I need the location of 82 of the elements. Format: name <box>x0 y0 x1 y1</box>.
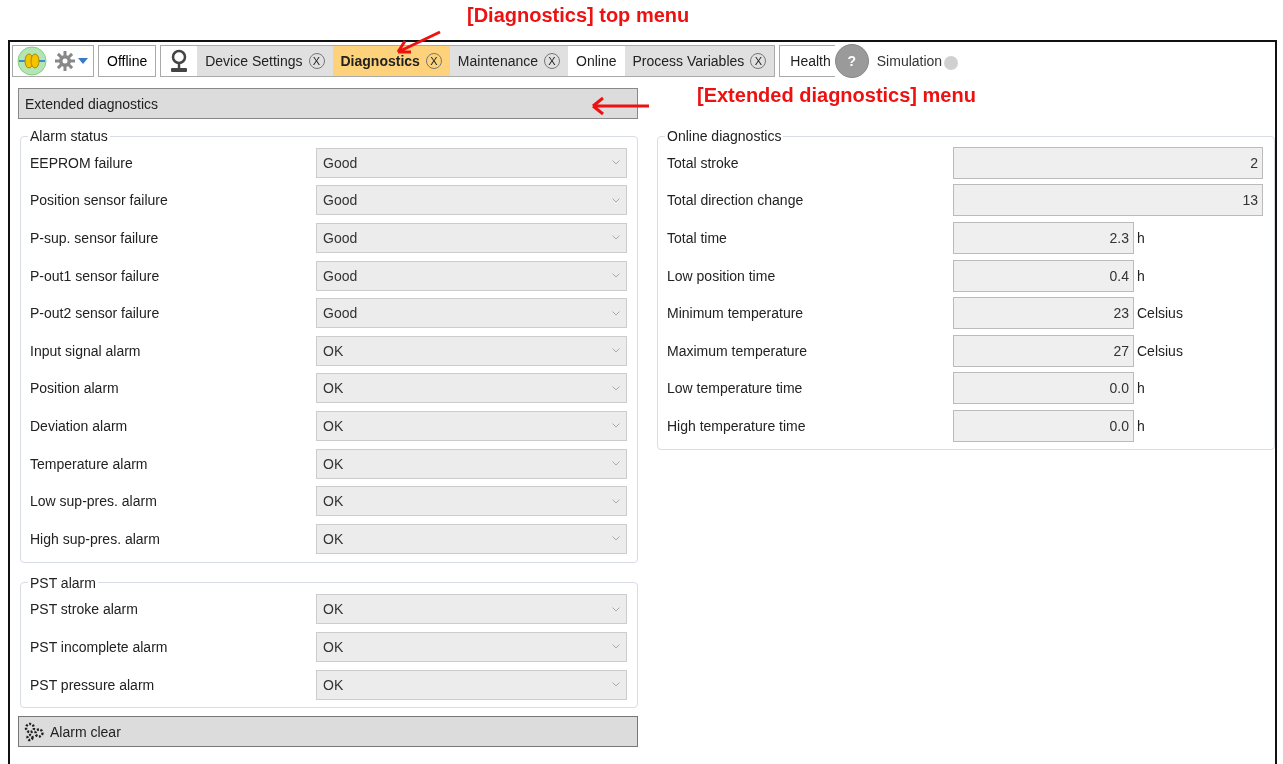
chevron-icon <box>612 160 620 166</box>
field-label: PST pressure alarm <box>30 676 156 693</box>
chevron-icon <box>612 273 620 279</box>
status-dropdown[interactable]: Good <box>316 260 627 291</box>
field-label: Total stroke <box>667 154 740 171</box>
chevron-icon <box>612 606 620 612</box>
chevron-icon <box>612 423 620 429</box>
tab[interactable]: Process Variables X <box>624 46 775 76</box>
pin-icon[interactable] <box>169 49 190 73</box>
value-field: 2.3 <box>953 222 1134 254</box>
unit-label: h <box>1137 267 1145 284</box>
status-dropdown[interactable]: OK <box>316 486 627 517</box>
value-field: 13 <box>953 184 1263 217</box>
status-dropdown[interactable]: OK <box>316 335 627 366</box>
status-dropdown[interactable]: OK <box>316 594 627 625</box>
group-title: Online diagnostics <box>666 128 783 144</box>
chevron-icon <box>612 536 620 542</box>
alarm-clear-button[interactable]: Alarm clear <box>18 716 638 748</box>
status-dropdown[interactable]: OK <box>316 669 627 700</box>
status-dropdown[interactable]: OK <box>316 523 627 554</box>
group-title: Alarm status <box>29 128 109 144</box>
chevron-icon <box>612 235 620 241</box>
field-label: High sup-pres. alarm <box>30 530 161 547</box>
field-label: P-out1 sensor failure <box>30 267 161 284</box>
value-field: 0.0 <box>953 372 1134 405</box>
mode-button[interactable]: Offline <box>98 45 157 77</box>
field-label: Minimum temperature <box>667 305 805 322</box>
field-label: Total time <box>667 230 728 246</box>
status-dropdown[interactable]: OK <box>316 448 627 479</box>
chevron-icon <box>612 644 620 650</box>
field-label: PST stroke alarm <box>30 601 139 618</box>
health-button[interactable]: Health <box>779 45 835 77</box>
status-dropdown[interactable]: OK <box>316 631 627 662</box>
value-field: 0.0 <box>953 409 1134 442</box>
tab[interactable]: Device Settings X <box>197 46 333 76</box>
field-label: Position alarm <box>30 380 120 397</box>
field-label: Position sensor failure <box>30 192 169 209</box>
chevron-icon <box>612 197 620 203</box>
unit-label: h <box>1137 380 1145 397</box>
field-label: PST incomplete alarm <box>30 638 169 655</box>
value-field: 27 <box>953 334 1134 367</box>
unit-label: h <box>1137 417 1145 434</box>
field-label: Low position time <box>667 267 777 284</box>
tab[interactable]: Maintenance X <box>449 46 569 76</box>
gears-icon <box>24 721 46 742</box>
field-label: Low sup-pres. alarm <box>30 493 158 510</box>
field-label: P-sup. sensor failure <box>30 230 160 246</box>
chevron-icon <box>612 498 620 504</box>
status-dropdown[interactable]: OK <box>316 373 627 404</box>
annotation-text: [Extended diagnostics] menu <box>697 84 976 107</box>
chevron-icon <box>612 310 620 316</box>
simulation-label: Simulation <box>876 53 943 69</box>
field-label: Input signal alarm <box>30 342 142 359</box>
tab[interactable]: Diagnostics X <box>332 46 450 76</box>
field-label: Deviation alarm <box>30 417 129 434</box>
status-dropdown[interactable]: Good <box>316 223 627 253</box>
status-dropdown[interactable]: Good <box>316 147 627 178</box>
unit-label: Celsius <box>1137 305 1183 322</box>
chevron-icon <box>612 461 620 467</box>
field-label: Low temperature time <box>667 380 804 397</box>
chevron-icon <box>612 385 620 391</box>
value-field: 23 <box>953 297 1134 330</box>
annotation-arrow <box>591 96 651 116</box>
group-title: PST alarm <box>29 574 97 591</box>
unit-label: Celsius <box>1137 342 1183 359</box>
field-label: High temperature time <box>667 417 807 434</box>
field-label: P-out2 sensor failure <box>30 305 161 322</box>
chevron-icon <box>612 348 620 354</box>
annotation-arrow <box>396 30 442 54</box>
field-label: Maximum temperature <box>667 342 809 359</box>
field-label: EEPROM failure <box>30 154 134 171</box>
unit-label: h <box>1137 230 1145 246</box>
field-label: Total direction change <box>667 192 805 209</box>
value-field: 0.4 <box>953 259 1134 292</box>
chevron-icon <box>612 682 620 687</box>
field-label: Temperature alarm <box>30 455 149 472</box>
annotation-text: [Diagnostics] top menu <box>467 4 690 26</box>
status-dropdown[interactable]: OK <box>316 410 627 441</box>
menu-bar[interactable]: Extended diagnostics <box>18 88 638 119</box>
value-field: 2 <box>953 146 1263 179</box>
status-dropdown[interactable]: Good <box>316 298 627 329</box>
status-dropdown[interactable]: Good <box>316 185 627 216</box>
